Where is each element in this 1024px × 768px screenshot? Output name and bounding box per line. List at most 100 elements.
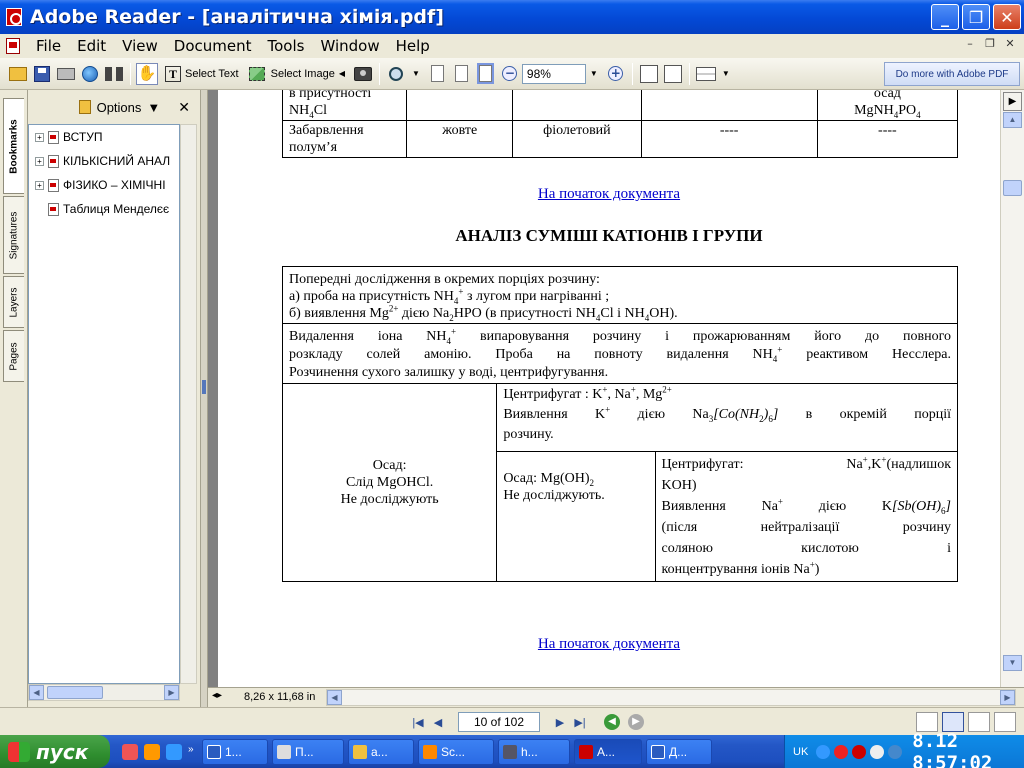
scroll-up-icon[interactable]: ▲ [1003,112,1022,128]
taskbar-item[interactable]: П... [272,738,344,765]
tray-volume-icon[interactable] [888,744,903,759]
tab-layers[interactable]: Layers [3,276,24,328]
scroll-thumb[interactable] [1003,180,1022,196]
back-to-top-link[interactable]: На початок документа [218,636,1000,653]
menu-help[interactable]: Help [388,37,438,55]
bookmark-item[interactable]: + ВСТУП [29,125,179,149]
tray-antivirus-icon[interactable] [834,744,849,759]
previous-view-icon[interactable]: ◀ [604,714,620,730]
splitter-grip[interactable] [202,380,206,394]
print-icon[interactable] [54,62,78,86]
menu-edit[interactable]: Edit [69,37,114,55]
first-page-icon[interactable]: |◀ [408,712,428,732]
scroll-right-icon[interactable]: ▶ [1000,690,1015,705]
zoom-in-tool-icon[interactable] [384,62,408,86]
document-horizontal-scrollbar[interactable]: ◀ ▶ [326,689,1016,706]
expand-icon[interactable]: + [35,156,44,166]
minimize-button[interactable]: _ [931,4,959,30]
email-globe-icon[interactable] [78,62,102,86]
doc-minimize-icon[interactable]: – [962,37,978,51]
do-more-adobe-pdf-button[interactable]: Do more with Adobe PDF [884,62,1020,86]
bookmarks-vertical-scrollbar[interactable] [180,124,197,684]
fit-width-page-icon[interactable] [474,62,498,86]
expand-icon[interactable]: + [35,132,44,142]
expand-icon[interactable]: + [35,180,44,190]
scroll-down-icon[interactable]: ▼ [1003,655,1022,671]
panel-splitter[interactable] [200,90,208,707]
snapshot-camera-icon[interactable] [351,62,375,86]
tab-bookmarks[interactable]: Bookmarks [3,98,24,194]
select-text-tool[interactable]: T Select Text [165,62,239,86]
media-icon[interactable] [144,743,160,760]
doc-close-icon[interactable]: ✕ [1002,37,1018,51]
title-bar: Adobe Reader - [аналітична хімія.pdf] _ … [0,0,1024,34]
scroll-left-icon[interactable]: ◀ [29,685,44,700]
document-view[interactable]: в присутності NH4Cl осад MgNH4PO4 Забарв… [208,90,1000,687]
search-binoculars-icon[interactable] [102,62,126,86]
zoom-in-icon[interactable]: + [604,62,628,86]
tray-network-icon[interactable] [870,744,885,759]
forms-dropdown-icon[interactable]: ▼ [722,69,730,78]
open-icon[interactable] [6,62,30,86]
menu-window[interactable]: Window [312,37,387,55]
doc-restore-icon[interactable]: ❐ [982,37,998,51]
bookmarks-horizontal-scrollbar[interactable]: ◀ ▶ [28,684,180,701]
scroll-right-icon[interactable]: ▶ [164,685,179,700]
bookmark-item[interactable]: Таблиця Менделєє [29,197,179,221]
hand-tool-icon[interactable]: ✋ [135,62,159,86]
rotate-clockwise-icon[interactable] [637,62,661,86]
fit-page-icon[interactable] [450,62,474,86]
menu-document[interactable]: Document [166,37,260,55]
chevron-down-icon[interactable]: ◀ [339,69,345,78]
tray-adobe-icon[interactable] [852,744,867,759]
rotate-counterclockwise-icon[interactable] [661,62,685,86]
internet-explorer-icon[interactable] [166,743,182,760]
zoom-level-dropdown-icon[interactable]: ▼ [590,69,598,78]
resize-handle-icon[interactable]: ◂▸ [212,690,222,701]
actual-size-page-icon[interactable] [426,62,450,86]
tab-signatures[interactable]: Signatures [3,196,24,274]
menu-view[interactable]: View [114,37,166,55]
zoom-tool-dropdown-icon[interactable]: ▼ [412,69,420,78]
tray-back-icon[interactable] [816,744,831,759]
taskbar-item-adobe-reader[interactable]: А... [574,738,642,765]
forms-icon[interactable] [694,62,718,86]
browser-icon[interactable] [122,743,138,760]
scroll-left-icon[interactable]: ◀ [327,690,342,705]
zoom-level-input[interactable]: 98% [521,63,586,84]
maximize-button[interactable]: ❐ [962,4,990,30]
last-page-icon[interactable]: ▶| [570,712,590,732]
select-text-icon: T [165,65,181,82]
document-vertical-scrollbar[interactable]: ▶ ▲ ▼ [1000,90,1024,687]
tab-pages[interactable]: Pages [3,330,24,382]
document-icon[interactable] [6,38,20,54]
page-number-input[interactable]: 10 of 102 [458,712,540,732]
menu-file[interactable]: File [28,37,69,55]
scroll-thumb[interactable] [47,686,103,699]
zoom-out-icon[interactable]: − [498,62,522,86]
taskbar-item[interactable]: Д... [646,738,712,765]
taskbar-item[interactable]: 1... [202,738,268,765]
back-to-top-link[interactable]: На початок документа [218,186,1000,203]
start-button[interactable]: пуск [0,735,110,768]
bookmark-item[interactable]: + КІЛЬКІСНИЙ АНАЛ [29,149,179,173]
quick-launch-more-icon[interactable]: » [188,744,198,760]
table-cell: Центрифугат: Na+,K+(надлишок KOH) Виявлен… [654,451,959,582]
next-page-icon[interactable]: ▶ [550,712,570,732]
bookmark-item[interactable]: + ФІЗИКО – ХІМІЧНІ [29,173,179,197]
options-menu[interactable]: Options [97,100,142,115]
save-icon[interactable] [30,62,54,86]
taskbar-item[interactable]: а... [348,738,414,765]
select-image-tool[interactable]: Select Image ◀ [248,62,351,86]
taskbar-item[interactable]: Sc... [418,738,494,765]
menu-tools[interactable]: Tools [260,37,313,55]
close-button[interactable]: ✕ [993,4,1021,30]
previous-page-icon[interactable]: ◀ [428,712,448,732]
bookmark-page-icon [48,154,59,168]
options-dropdown-icon[interactable]: ▼ [147,100,160,115]
next-view-icon[interactable]: ▶ [628,714,644,730]
taskbar-item[interactable]: h... [498,738,570,765]
language-indicator[interactable]: UK [793,746,808,758]
close-panel-icon[interactable]: ✕ [178,99,190,116]
page-forward-icon[interactable]: ▶ [1003,92,1022,111]
